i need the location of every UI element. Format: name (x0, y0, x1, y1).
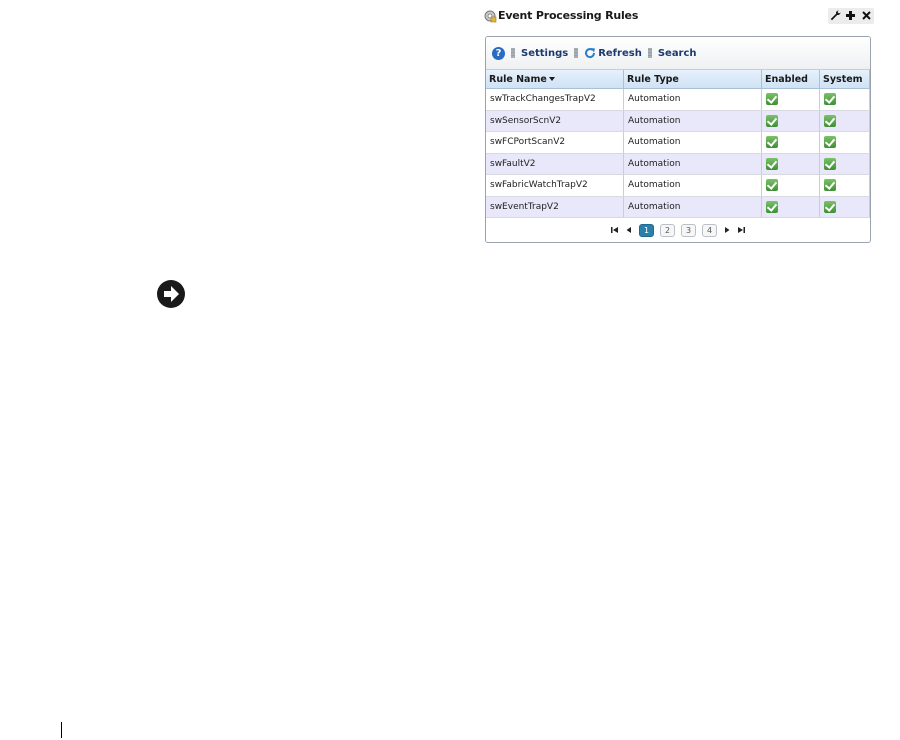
column-header-enabled[interactable]: Enabled (761, 70, 820, 89)
table-row[interactable]: swFaultV2 Automation (486, 153, 870, 175)
rules-panel: ? Settings Refresh Search Rule Name Rule… (485, 36, 871, 243)
first-page-icon[interactable] (610, 225, 620, 235)
table-row[interactable]: swFabricWatchTrapV2 Automation (486, 174, 870, 197)
last-page-icon[interactable] (736, 225, 746, 235)
note-arrow-icon (157, 280, 185, 308)
close-icon[interactable] (860, 10, 872, 22)
cell-rule-type: Automation (623, 110, 762, 132)
pagination: 1 2 3 4 (486, 223, 870, 237)
plus-icon[interactable] (845, 10, 857, 22)
cell-rule-type: Automation (623, 88, 762, 111)
cell-rule-name: swSensorScnV2 (486, 110, 624, 132)
cell-rule-type: Automation (623, 174, 762, 197)
checked-icon (766, 179, 778, 192)
sort-down-icon (548, 76, 555, 81)
column-header-system[interactable]: System (819, 70, 870, 89)
cell-system (819, 174, 870, 197)
cell-rule-name: swFCPortScanV2 (486, 131, 624, 154)
cell-enabled (761, 196, 820, 218)
rules-table: Rule Name Rule Type Enabled System swTra… (486, 70, 870, 218)
cell-enabled (761, 88, 820, 111)
checked-icon (766, 93, 778, 106)
portlet-header: Event Processing Rules (482, 6, 874, 26)
checked-icon (824, 136, 836, 149)
cell-system (819, 88, 870, 111)
cell-system (819, 131, 870, 154)
cell-rule-name: swFabricWatchTrapV2 (486, 174, 624, 197)
cell-system (819, 196, 870, 218)
portlet-tools (828, 8, 874, 24)
table-row[interactable]: swSensorScnV2 Automation (486, 110, 870, 132)
table-row[interactable]: swEventTrapV2 Automation (486, 196, 870, 218)
checked-icon (824, 200, 836, 213)
toolbar-separator (511, 48, 515, 58)
checked-icon (766, 136, 778, 149)
checked-icon (824, 93, 836, 106)
cell-system (819, 110, 870, 132)
checked-icon (824, 157, 836, 170)
checked-icon (766, 114, 778, 127)
settings-button[interactable]: Settings (521, 48, 568, 59)
toolbar-separator (574, 48, 579, 58)
cell-rule-name: swTrackChangesTrapV2 (486, 88, 624, 111)
refresh-label: Refresh (598, 47, 642, 59)
page-margin-rule (61, 722, 62, 738)
page-1-button[interactable]: 1 (639, 223, 654, 237)
column-header-rule-type[interactable]: Rule Type (623, 70, 762, 89)
gear-icon (484, 10, 497, 23)
cell-enabled (761, 174, 820, 197)
cell-rule-type: Automation (623, 131, 762, 154)
panel-toolbar: ? Settings Refresh Search (486, 37, 870, 70)
previous-page-icon[interactable] (624, 225, 634, 235)
checked-icon (824, 179, 836, 192)
table-row[interactable]: swFCPortScanV2 Automation (486, 131, 870, 154)
checked-icon (766, 200, 778, 213)
cell-enabled (761, 131, 820, 154)
refresh-button[interactable]: Refresh (584, 47, 642, 59)
cell-rule-type: Automation (623, 153, 762, 175)
column-header-rule-name[interactable]: Rule Name (486, 70, 624, 89)
table-header-row: Rule Name Rule Type Enabled System (486, 70, 870, 89)
next-page-icon[interactable] (722, 225, 732, 235)
portlet-title: Event Processing Rules (498, 9, 639, 22)
cell-rule-type: Automation (623, 196, 762, 218)
wrench-icon[interactable] (830, 10, 842, 22)
search-label: Search (657, 47, 697, 59)
settings-label: Settings (521, 47, 569, 59)
cell-enabled (761, 110, 820, 132)
page-4-button[interactable]: 4 (702, 223, 717, 237)
cell-enabled (761, 153, 820, 175)
page-3-button[interactable]: 3 (681, 223, 696, 237)
cell-system (819, 153, 870, 175)
search-button[interactable]: Search (658, 48, 697, 59)
toolbar-separator (647, 48, 652, 58)
table-row[interactable]: swTrackChangesTrapV2 Automation (486, 88, 870, 111)
page-2-button[interactable]: 2 (660, 223, 675, 237)
checked-icon (766, 157, 778, 170)
refresh-icon (585, 48, 596, 59)
checked-icon (824, 114, 836, 127)
cell-rule-name: swFaultV2 (486, 153, 624, 175)
help-icon[interactable]: ? (492, 46, 505, 60)
cell-rule-name: swEventTrapV2 (486, 196, 624, 218)
